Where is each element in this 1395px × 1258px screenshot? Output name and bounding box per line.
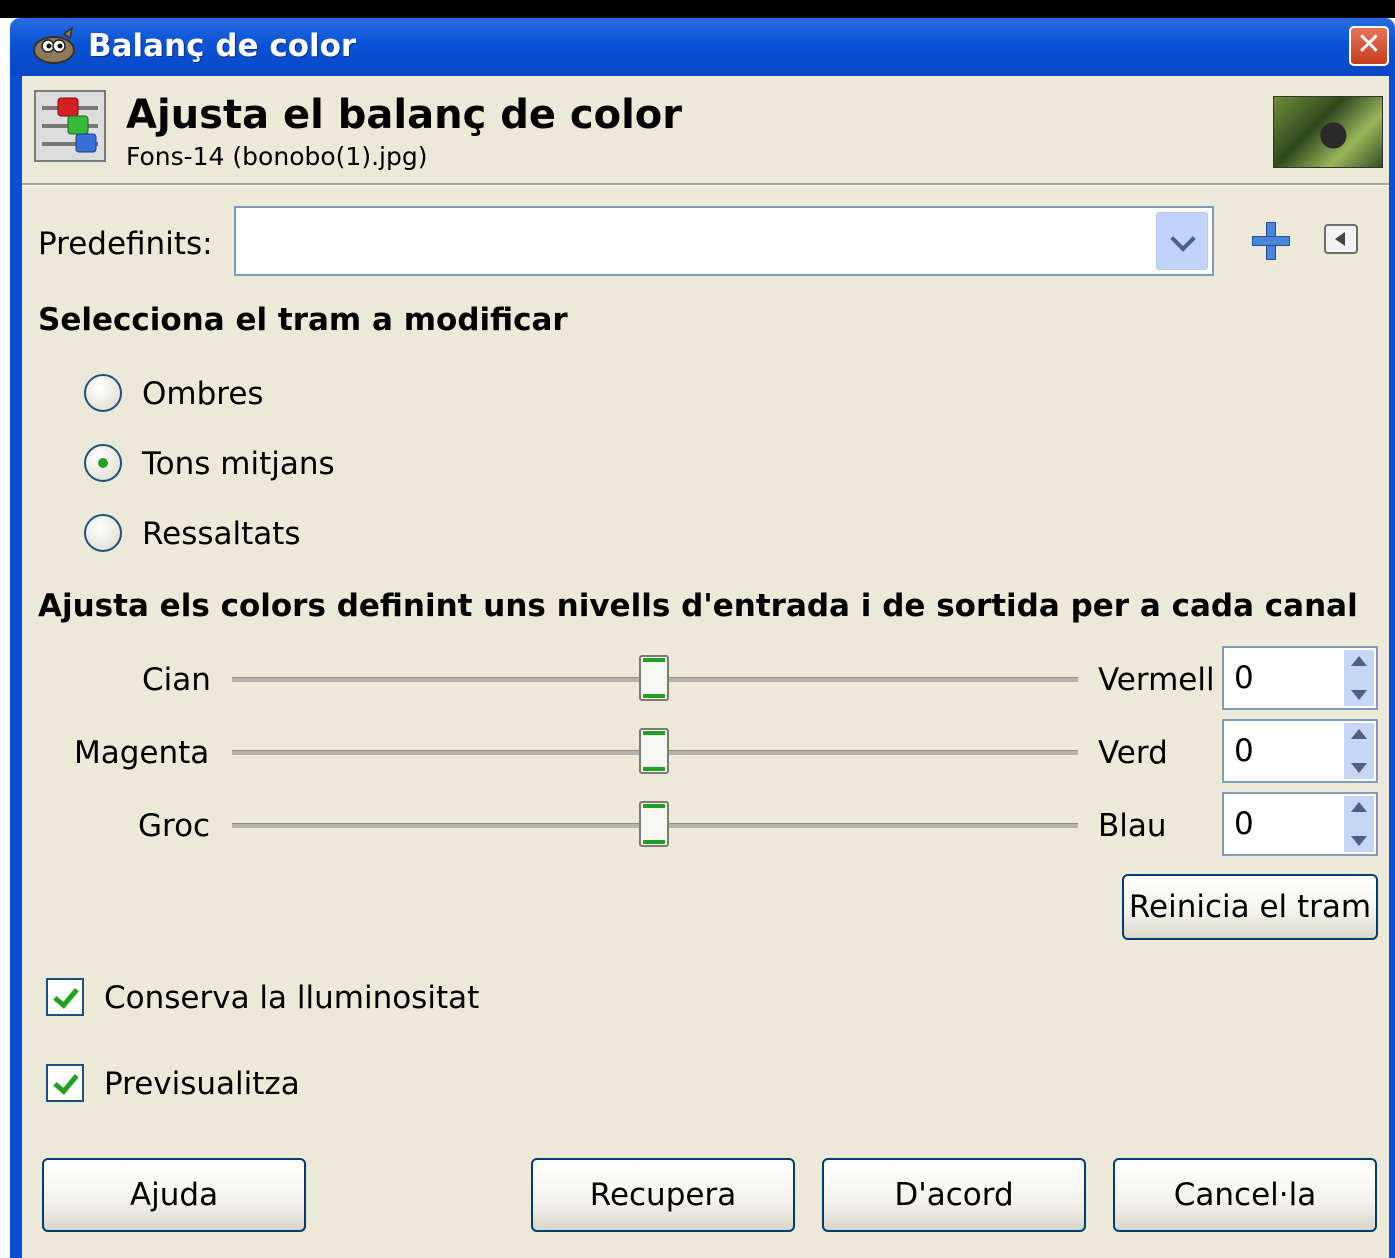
blue-spinbox-value[interactable]: 0 [1234, 806, 1254, 842]
preserve-luminosity-label[interactable]: Conserva la lluminositat [104, 980, 479, 1016]
image-thumbnail [1273, 96, 1383, 168]
slider-cyan-label: Cian [142, 662, 211, 698]
presets-label: Predefinits: [38, 226, 213, 262]
spin-down-icon[interactable] [1351, 690, 1367, 700]
red-spinbox-value[interactable]: 0 [1234, 660, 1254, 696]
radio-midtones[interactable] [84, 444, 122, 482]
gimp-icon [33, 26, 75, 64]
slider-yellow-label: Groc [138, 808, 211, 844]
radio-shadows-label[interactable]: Ombres [142, 376, 264, 412]
window-title: Balanç de color [88, 28, 357, 64]
radio-highlights-label[interactable]: Ressaltats [142, 516, 301, 552]
preserve-luminosity-checkbox[interactable] [46, 978, 84, 1016]
green-spin-buttons[interactable] [1344, 723, 1374, 779]
spin-up-icon[interactable] [1351, 729, 1367, 739]
window-frame-left [10, 76, 22, 1258]
help-button[interactable]: Ajuda [42, 1158, 306, 1232]
green-spinbox-value[interactable]: 0 [1234, 733, 1254, 769]
radio-highlights[interactable] [84, 514, 122, 552]
ok-button[interactable]: D'acord [822, 1158, 1086, 1232]
slider-magenta-label: Magenta [74, 735, 210, 771]
dialog-heading: Ajusta el balanç de color [126, 92, 682, 138]
red-spinbox[interactable]: 0 [1222, 646, 1378, 710]
red-spin-buttons[interactable] [1344, 650, 1374, 706]
spin-up-icon[interactable] [1351, 802, 1367, 812]
range-heading: Selecciona el tram a modificar [38, 302, 568, 338]
slider-magenta-green-handle[interactable] [639, 728, 669, 774]
spin-up-icon[interactable] [1351, 656, 1367, 666]
slider-cyan-red-handle[interactable] [639, 655, 669, 701]
radio-shadows[interactable] [84, 374, 122, 412]
preset-menu-icon[interactable] [1324, 224, 1358, 254]
reset-button[interactable]: Recupera [531, 1158, 795, 1232]
presets-combo[interactable] [234, 206, 1214, 276]
preview-checkbox[interactable] [46, 1064, 84, 1102]
levels-heading: Ajusta els colors definint uns nivells d… [38, 588, 1358, 624]
spin-down-icon[interactable] [1351, 763, 1367, 773]
blue-spin-buttons[interactable] [1344, 796, 1374, 852]
color-balance-icon [34, 90, 106, 162]
header-separator [22, 183, 1389, 186]
cancel-button[interactable]: Cancel·la [1113, 1158, 1377, 1232]
dialog-window: Balanç de color ✕ Ajusta el balanç de co… [0, 0, 1395, 1258]
window-frame-right [1389, 76, 1395, 1258]
close-button[interactable]: ✕ [1349, 26, 1389, 66]
background-strip [0, 0, 1395, 18]
slider-blue-label: Blau [1098, 808, 1167, 844]
reset-range-button[interactable]: Reinicia el tram [1122, 874, 1378, 940]
add-preset-icon[interactable] [1252, 222, 1290, 260]
radio-midtones-label[interactable]: Tons mitjans [142, 446, 335, 482]
slider-green-label: Verd [1098, 735, 1168, 771]
green-spinbox[interactable]: 0 [1222, 719, 1378, 783]
blue-spinbox[interactable]: 0 [1222, 792, 1378, 856]
chevron-down-icon[interactable] [1156, 212, 1208, 270]
slider-yellow-blue-handle[interactable] [639, 801, 669, 847]
preview-label[interactable]: Previsualitza [104, 1066, 300, 1102]
dialog-subtitle: Fons-14 (bonobo(1).jpg) [126, 142, 428, 171]
slider-red-label: Vermell [1098, 662, 1215, 698]
spin-down-icon[interactable] [1351, 836, 1367, 846]
